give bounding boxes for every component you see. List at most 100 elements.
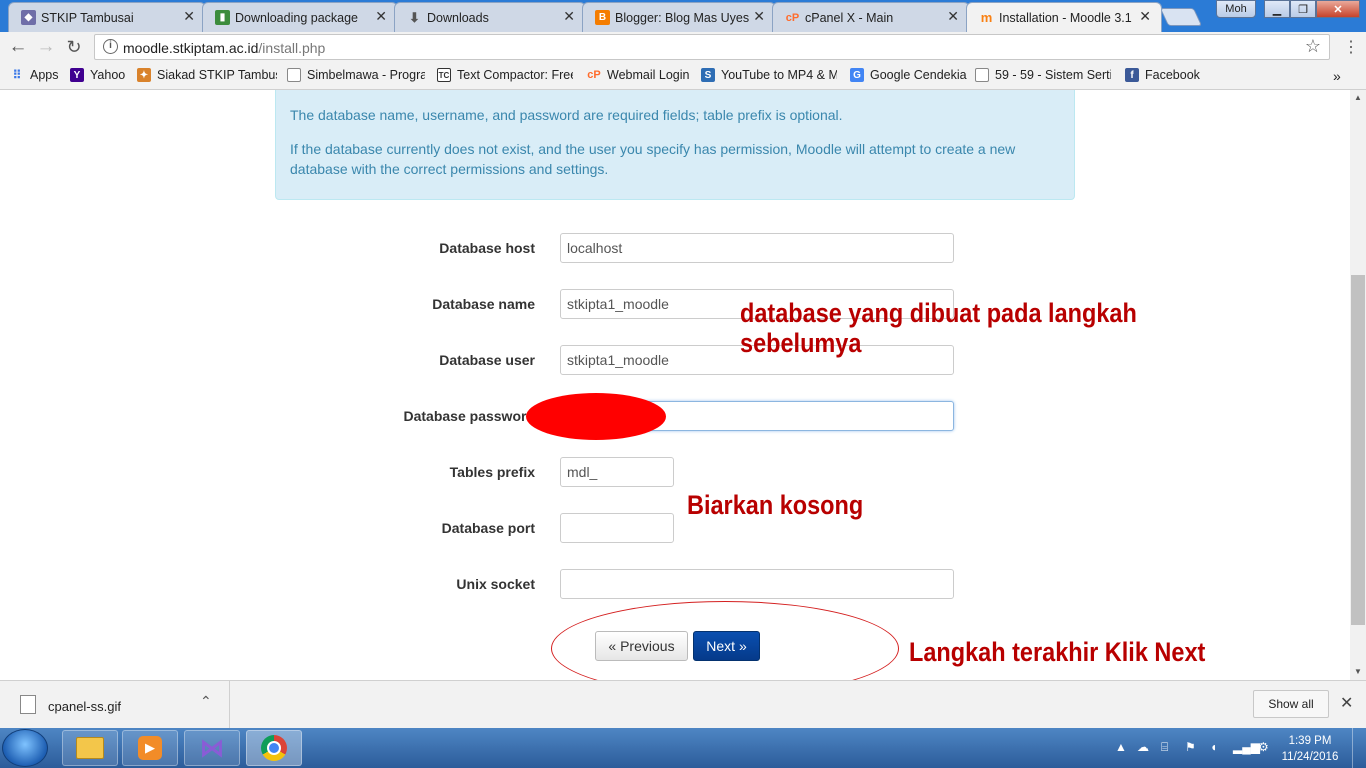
info-notice: The database name, username, and passwor…	[275, 90, 1075, 200]
minimize-button[interactable]: ▁	[1264, 0, 1290, 18]
start-button[interactable]	[2, 729, 48, 767]
tab-title: Blogger: Blog Mas Uyes	[615, 10, 750, 25]
bookmark-label: Webmail Login	[607, 68, 690, 82]
bookmark-yahoo[interactable]: Y Yahoo	[70, 68, 125, 82]
signal-icon[interactable]: ▂▄▆	[1233, 740, 1260, 754]
show-all-button[interactable]: Show all	[1253, 690, 1329, 718]
redaction-blob	[526, 393, 666, 440]
bookmark-siakad[interactable]: ✦ Siakad STKIP Tambusai	[137, 68, 277, 82]
tab-title: Installation - Moodle 3.1	[999, 10, 1132, 25]
scholar-icon: G	[850, 68, 864, 82]
browser-toolbar: ← → ↻ i moodle.stkiptam.ac.id/install.ph…	[0, 32, 1366, 62]
blogger-icon: B	[595, 10, 610, 25]
bookmark-webmail[interactable]: cP Webmail Login	[587, 68, 689, 82]
bookmark-youtube-mp4[interactable]: S YouTube to MP4 & M	[701, 68, 837, 82]
explorer-taskbar-button[interactable]	[62, 730, 118, 766]
taskbar-clock[interactable]: 1:39 PM 11/24/2016	[1280, 733, 1340, 765]
address-bar[interactable]: i moodle.stkiptam.ac.id/install.php ☆	[94, 34, 1330, 60]
network-icon[interactable]: ⚙	[1258, 740, 1269, 754]
bookmark-google-cendekia[interactable]: G Google Cendekia	[850, 68, 967, 82]
field-row-db-host: Database host	[0, 233, 1350, 263]
prefix-input[interactable]	[560, 457, 674, 487]
tab-moodle-install[interactable]: m Installation - Moodle 3.1 ✕	[966, 2, 1162, 32]
scroll-down-icon[interactable]: ▼	[1350, 664, 1366, 680]
converter-icon: S	[701, 68, 715, 82]
forward-arrow-icon[interactable]: →	[34, 35, 58, 59]
download-filename: cpanel-ss.gif	[48, 699, 121, 714]
tab-stkip[interactable]: ◆ STKIP Tambusai ✕	[8, 2, 206, 32]
cpanel-icon: cP	[785, 11, 800, 24]
menu-icon[interactable]: ⋮	[1343, 37, 1359, 57]
port-input[interactable]	[560, 513, 674, 543]
close-icon[interactable]: ✕	[1139, 8, 1151, 25]
bookmark-label: Yahoo	[90, 68, 126, 82]
text-compactor-icon: TC	[437, 68, 451, 82]
annotation-db-name-2: sebelumya	[740, 328, 862, 358]
gif-file-icon	[20, 695, 36, 714]
url-text[interactable]: moodle.stkiptam.ac.id/install.php	[123, 40, 325, 56]
notice-create-database: If the database currently does not exist…	[290, 141, 1016, 177]
annotation-leave-empty: Biarkan kosong	[687, 490, 864, 520]
field-row-db-name: Database name	[0, 289, 1350, 319]
tab-title: STKIP Tambusai	[41, 10, 134, 25]
db-password-label: Database password	[403, 408, 536, 424]
tab-blogger[interactable]: B Blogger: Blog Mas Uyes ✕	[582, 2, 776, 32]
volume-icon[interactable]: ◖	[1210, 740, 1217, 754]
annotation-db-name-1: database yang dibuat pada langkah	[740, 298, 1137, 328]
clock-time: 1:39 PM	[1288, 735, 1332, 747]
show-desktop-button[interactable]	[1352, 728, 1366, 768]
tab-downloads[interactable]: ⬇ Downloads ✕	[394, 2, 586, 32]
bookmark-star-icon[interactable]: ☆	[1305, 36, 1321, 57]
next-button[interactable]: Next »	[693, 631, 760, 661]
close-icon[interactable]: ✕	[947, 8, 959, 25]
close-icon[interactable]: ✕	[1340, 693, 1353, 713]
page-scrollbar[interactable]: ▲ ▼	[1350, 90, 1366, 680]
back-arrow-icon[interactable]: ←	[6, 35, 30, 59]
close-icon[interactable]: ✕	[753, 8, 765, 25]
page-icon	[287, 68, 301, 82]
close-icon[interactable]: ✕	[183, 8, 195, 25]
visual-studio-taskbar-button[interactable]: ⋈	[184, 730, 240, 766]
visual-studio-icon: ⋈	[200, 734, 224, 762]
bookmark-simbelmawa[interactable]: Simbelmawa - Program	[287, 68, 425, 82]
more-bookmarks-icon[interactable]: »	[1333, 68, 1341, 84]
flag-icon[interactable]: ⚑	[1185, 740, 1196, 754]
scrollbar-thumb[interactable]	[1351, 275, 1365, 625]
scroll-up-icon[interactable]: ▲	[1350, 90, 1366, 106]
maximize-button[interactable]: ❐	[1290, 0, 1316, 18]
media-player-taskbar-button[interactable]: ▶	[122, 730, 178, 766]
db-host-input[interactable]	[560, 233, 954, 263]
field-row-port: Database port	[0, 513, 1350, 543]
chrome-taskbar-button[interactable]	[246, 730, 302, 766]
cloud-icon[interactable]: ☁	[1137, 740, 1149, 754]
tab-strip: ◆ STKIP Tambusai ✕ ▮ Downloading package…	[0, 0, 1366, 32]
new-tab-button[interactable]	[1159, 8, 1203, 26]
close-icon[interactable]: ✕	[563, 8, 575, 25]
device-icon[interactable]: ⌸	[1161, 740, 1168, 755]
bookmark-text-compactor[interactable]: TC Text Compactor: Free	[437, 68, 573, 82]
prefix-label: Tables prefix	[449, 464, 535, 480]
bookmark-label: Simbelmawa - Program	[307, 68, 425, 82]
bookmark-facebook[interactable]: f Facebook	[1125, 68, 1200, 82]
close-icon[interactable]: ✕	[375, 8, 387, 25]
field-row-prefix: Tables prefix	[0, 457, 1350, 487]
tab-cpanel[interactable]: cP cPanel X - Main ✕	[772, 2, 970, 32]
annotation-click-next: Langkah terakhir Klik Next	[909, 637, 1206, 667]
chevron-up-icon[interactable]: ⌃	[200, 693, 212, 710]
socket-label: Unix socket	[456, 576, 535, 592]
previous-button[interactable]: « Previous	[595, 631, 688, 661]
socket-input[interactable]	[560, 569, 954, 599]
bookmark-label: Apps	[30, 68, 59, 82]
tab-downloading[interactable]: ▮ Downloading package ✕	[202, 2, 398, 32]
profile-button[interactable]: Moh	[1216, 0, 1256, 18]
reload-icon[interactable]: ↻	[62, 35, 86, 59]
info-icon[interactable]: i	[103, 39, 118, 54]
bookmark-label: Text Compactor: Free	[457, 68, 573, 82]
bookmark-apps[interactable]: ⠿ Apps	[10, 68, 59, 82]
tab-title: Downloading package	[235, 10, 359, 25]
show-hidden-icons-icon[interactable]: ▲	[1115, 740, 1127, 754]
bookmark-sistem-sertif[interactable]: 59 - 59 - Sistem Sertif	[975, 68, 1111, 82]
close-window-button[interactable]: ✕	[1316, 0, 1360, 18]
clock-date: 11/24/2016	[1281, 751, 1339, 763]
download-item[interactable]: cpanel-ss.gif ⌃	[0, 681, 230, 729]
